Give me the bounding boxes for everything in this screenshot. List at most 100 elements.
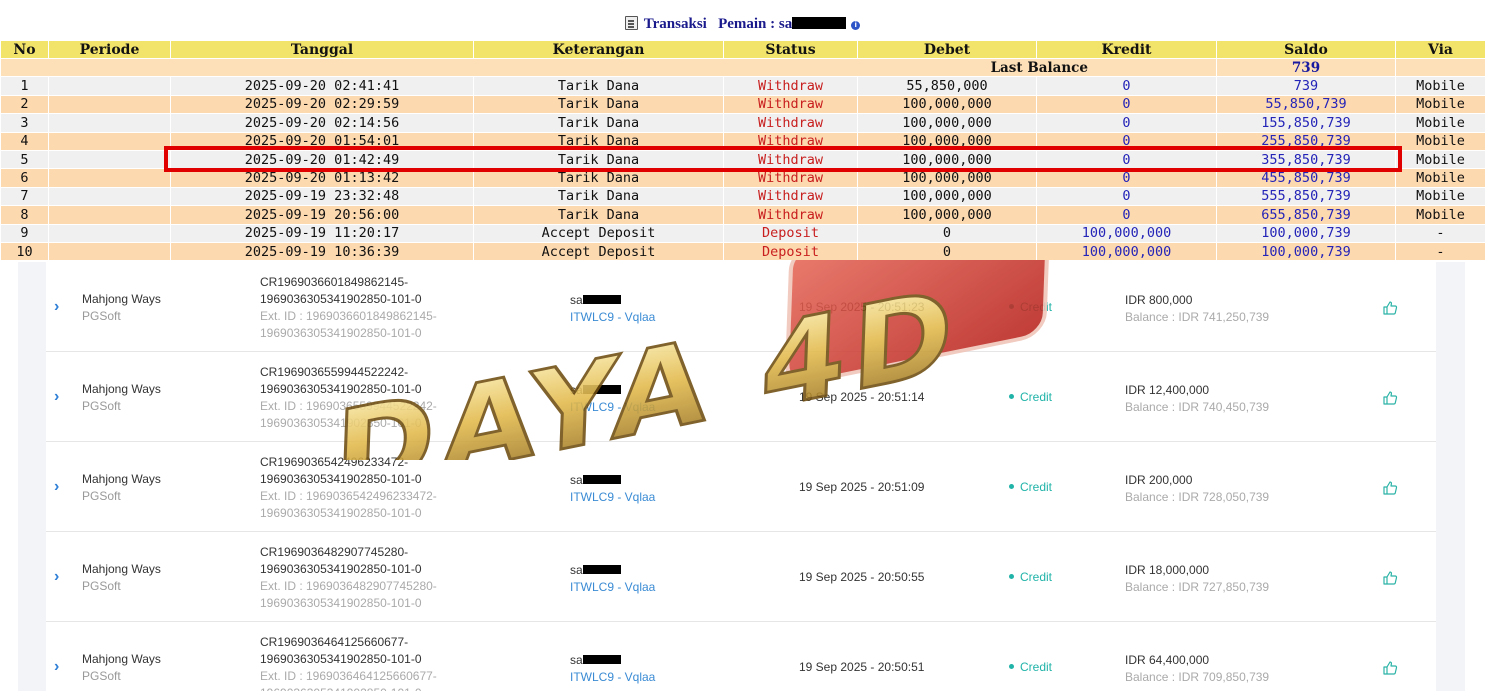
chevron-right-icon[interactable]: › [54,659,63,675]
game-log-panel: › Mahjong Ways PGSoft CR1969036601849862145… [18,262,1465,691]
cell-via: Mobile [1395,168,1485,188]
player-info: sa ITWLC9 - Vqlaa [570,562,655,596]
cell-kredit: 0 [1036,186,1217,207]
cell-status: Withdraw [723,94,858,115]
ext-id-line1: Ext. ID : 1969036559944522242- [260,399,437,413]
cell-keterangan: Accept Deposit [473,241,724,262]
log-timestamp: 19 Sep 2025 - 20:51:09 [799,480,925,494]
table-row: 6 2025-09-20 01:13:42 Tarik Dana Withdraw 10… [0,168,1485,188]
thumbs-up-icon[interactable] [1382,570,1398,586]
cell-saldo: 739 [1216,76,1396,96]
cell-saldo: 555,850,739 [1216,186,1396,207]
ext-id-line2: 1969036305341902850-101-0 [260,685,437,691]
agent-link[interactable]: ITWLC9 - Vqlaa [570,309,655,326]
list-item: › Mahjong Ways PGSoft CR1969036559944522242… [46,352,1436,442]
chevron-right-icon[interactable]: › [54,569,63,585]
column-header-via: Via [1395,40,1485,59]
ext-id-line1: Ext. ID : 1969036601849862145- [260,309,437,323]
ref-id-line2: 1969036305341902850-101-0 [260,382,422,396]
agent-link[interactable]: ITWLC9 - Vqlaa [570,399,655,416]
cell-via: Mobile [1395,205,1485,225]
log-amount: IDR 18,000,000 Balance : IDR 727,850,739 [1125,562,1269,596]
log-type-label: Credit [1020,390,1053,404]
info-icon[interactable]: i [851,21,861,30]
page-title: Transaksi Pemain : sa i [0,14,1485,40]
agent-link[interactable]: ITWLC9 - Vqlaa [570,489,655,506]
redaction-bar [582,385,621,394]
document-icon [624,16,638,30]
cell-via: Mobile [1395,186,1485,207]
cell-no: 2 [0,94,49,115]
cell-periode [48,149,171,170]
cell-saldo: 355,850,739 [1216,149,1396,170]
player-name: sa [570,653,583,667]
thumbs-up-icon[interactable] [1382,660,1398,676]
thumbs-up-icon[interactable] [1382,390,1398,406]
column-header-debet: Debet [857,40,1037,59]
player-info: sa ITWLC9 - Vqlaa [570,292,655,326]
cell-kredit: 0 [1036,76,1217,96]
cell-keterangan: Accept Deposit [473,223,724,243]
reference-ids: CR1969036464125660677- 196903630534190285… [260,634,437,691]
log-amount: IDR 200,000 Balance : IDR 728,050,739 [1125,472,1269,506]
cell-debet: 100,000,000 [857,149,1037,170]
game-provider: PGSoft [82,579,121,593]
thumbs-up-icon[interactable] [1382,300,1398,316]
log-type-label: Credit [1020,660,1053,674]
cell-periode [48,94,171,115]
game-provider: PGSoft [82,399,121,413]
amount-value: IDR 200,000 [1125,473,1193,487]
log-amount: IDR 12,400,000 Balance : IDR 740,450,739 [1125,382,1269,416]
cell-debet: 100,000,000 [857,94,1037,115]
cell-periode [48,223,171,243]
cell-no: 7 [0,186,49,207]
agent-link[interactable]: ITWLC9 - Vqlaa [570,579,655,596]
cell-keterangan: Tarik Dana [473,186,724,207]
chevron-right-icon[interactable]: › [54,389,63,405]
cell-periode [48,76,171,96]
cell-via: Mobile [1395,131,1485,151]
balance-value: Balance : IDR 740,450,739 [1125,400,1270,414]
cell-no: 4 [0,131,49,151]
ext-id-line1: Ext. ID : 1969036542496233472- [260,489,437,503]
game-name: Mahjong Ways [82,382,161,396]
agent-link[interactable]: ITWLC9 - Vqlaa [570,669,655,686]
cell-debet: 100,000,000 [857,131,1037,151]
table-row: 5 2025-09-20 01:42:49 Tarik Dana Withdraw 10… [0,149,1485,170]
ref-id-line1: CR1969036464125660677- [260,635,409,649]
cell-no: 9 [0,223,49,243]
table-row: 7 2025-09-19 23:32:48 Tarik Dana Withdraw 10… [0,186,1485,207]
table-row: 3 2025-09-20 02:14:56 Tarik Dana Withdraw 10… [0,113,1485,133]
cell-tanggal: 2025-09-20 01:54:01 [170,131,474,151]
cell-no: 1 [0,76,49,96]
cell-status: Withdraw [723,76,858,96]
cell-debet: 100,000,000 [857,186,1037,207]
cell-keterangan: Tarik Dana [473,168,724,188]
log-type: Credit [1009,300,1052,314]
cell-debet: 100,000,000 [857,168,1037,188]
chevron-right-icon[interactable]: › [54,479,63,495]
player-info: sa ITWLC9 - Vqlaa [570,382,655,416]
player-name: sa [570,383,583,397]
status-dot-icon [1009,664,1014,669]
last-balance-value: 739 [1216,57,1396,78]
table-row: 9 2025-09-19 11:20:17 Accept Deposit Deposi… [0,223,1485,243]
cell-status: Withdraw [723,149,858,170]
cell-saldo: 655,850,739 [1216,205,1396,225]
last-balance-label: Last Balance [0,57,1217,78]
cell-no: 8 [0,205,49,225]
list-item: › Mahjong Ways PGSoft CR1969036482907745280… [46,532,1436,622]
ext-id-line1: Ext. ID : 1969036482907745280- [260,579,437,593]
chevron-right-icon[interactable]: › [54,299,63,315]
cell-no: 3 [0,113,49,133]
list-item: › Mahjong Ways PGSoft CR1969036542496233472… [46,442,1436,532]
ext-id-line2: 1969036305341902850-101-0 [260,506,422,520]
cell-tanggal: 2025-09-20 01:42:49 [170,149,474,170]
log-amount: IDR 800,000 Balance : IDR 741,250,739 [1125,292,1269,326]
log-type: Credit [1009,660,1052,674]
log-type: Credit [1009,390,1052,404]
ref-id-line1: CR1969036601849862145- [260,275,409,289]
game-log-list: › Mahjong Ways PGSoft CR1969036601849862145… [46,262,1436,691]
thumbs-up-icon[interactable] [1382,480,1398,496]
player-name: sa [570,293,583,307]
